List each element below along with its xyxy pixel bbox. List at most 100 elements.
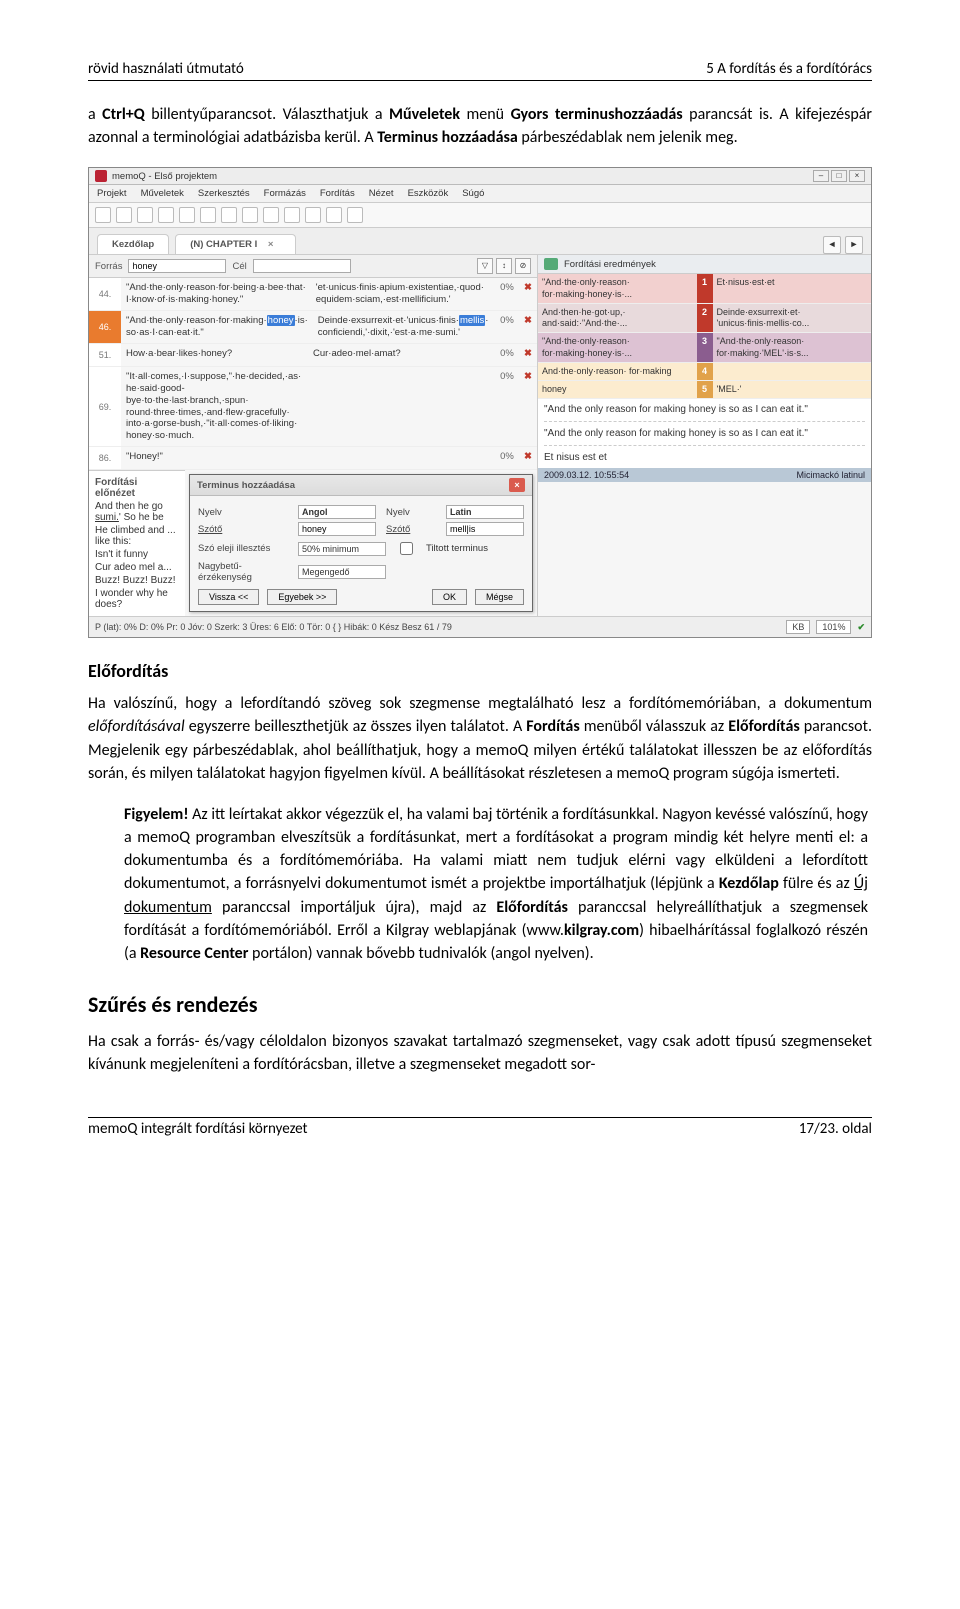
tm-meta-row: 2009.03.12. 10:55:54 Micimackó latinul bbox=[538, 468, 871, 482]
p1-cmd: Gyors terminushozzáadás bbox=[511, 105, 683, 124]
tm-src: And·then·he·got·up,· and·said:·"And·the·… bbox=[538, 304, 697, 333]
p3-s1: www. bbox=[527, 921, 564, 940]
book-icon bbox=[544, 258, 558, 270]
close-button[interactable]: × bbox=[849, 170, 865, 182]
ok-button[interactable]: OK bbox=[432, 589, 467, 605]
toolbar-icon[interactable] bbox=[284, 207, 300, 223]
menu-nezet[interactable]: Nézet bbox=[369, 188, 394, 199]
filter-icon[interactable]: ▽ bbox=[477, 258, 493, 274]
tm-hit[interactable]: And·then·he·got·up,· and·said:·"And·the·… bbox=[538, 304, 871, 334]
target-cell[interactable]: Deinde·exsurrexit·et·'unicus·finis·melli… bbox=[313, 311, 495, 343]
toolbar-icon[interactable] bbox=[200, 207, 216, 223]
window-title: memoQ - Első projektem bbox=[112, 171, 217, 182]
tm-hit[interactable]: And·the·only·reason· for·making 4 bbox=[538, 363, 871, 381]
menu-sugo[interactable]: Súgó bbox=[462, 188, 484, 199]
tm-tgt: "And·the·only·reason· for·making·'MEL'·i… bbox=[713, 333, 872, 362]
p3-bs: kilgray.com bbox=[564, 921, 639, 940]
target-cell[interactable] bbox=[308, 367, 495, 446]
megse-button[interactable]: Mégse bbox=[475, 589, 524, 605]
toolbar-icon[interactable] bbox=[137, 207, 153, 223]
menu-forditas[interactable]: Fordítás bbox=[320, 188, 355, 199]
forras-input[interactable] bbox=[128, 259, 226, 273]
toolbar-icon[interactable] bbox=[326, 207, 342, 223]
tm-hit[interactable]: "And·the·only·reason· for·making·honey·i… bbox=[538, 274, 871, 304]
row-number: 46. bbox=[89, 311, 121, 343]
toolbar-icon[interactable] bbox=[263, 207, 279, 223]
toolbar-icon[interactable] bbox=[158, 207, 174, 223]
p3-b3: Resource Center bbox=[140, 944, 248, 963]
tab-document[interactable]: (N) CHAPTER I × bbox=[175, 234, 296, 254]
menu-projekt[interactable]: Projekt bbox=[97, 188, 127, 199]
tm-hit[interactable]: "And·the·only·reason· for·making·honey·i… bbox=[538, 333, 871, 363]
preview-line: Cur adeo mel a... bbox=[95, 562, 179, 573]
p4-text: Ha csak a forrás- és/vagy céloldalon biz… bbox=[88, 1030, 872, 1076]
grid-row-active[interactable]: 46. "And·the·only·reason·for·making·hone… bbox=[89, 311, 537, 344]
p1-menu: Műveletek bbox=[389, 105, 460, 124]
tm-num: 5 bbox=[697, 381, 713, 398]
p2-t2: egyszerre beilleszthetjük az összes ilye… bbox=[185, 717, 527, 736]
toolbar-icon[interactable] bbox=[95, 207, 111, 223]
source-cell[interactable]: "And·the·only·reason·for·making·honey·is… bbox=[121, 311, 313, 343]
target-cell[interactable]: 'et·unicus·finis·apium·existentiae,·quod… bbox=[311, 278, 495, 310]
maximize-button[interactable]: □ bbox=[831, 170, 847, 182]
preview-pane: Fordítási előnézet And then he gosumi.' … bbox=[89, 470, 185, 616]
tm-num: 1 bbox=[697, 274, 713, 303]
grid-row[interactable]: 44. "And·the·only·reason·for·being·a·bee… bbox=[89, 278, 537, 311]
preview-line: And then he gosumi.' So he be bbox=[95, 501, 179, 523]
szoto2-input[interactable] bbox=[446, 522, 524, 536]
clear-filter-icon[interactable]: ⊘ bbox=[515, 258, 531, 274]
status-text: P (lat): 0% D: 0% Pr: 0 Jóv: 0 Szerk: 3 … bbox=[95, 622, 452, 632]
window-buttons: – □ × bbox=[813, 170, 865, 182]
toolbar-icon[interactable] bbox=[242, 207, 258, 223]
toolbar-icon[interactable] bbox=[179, 207, 195, 223]
egyebek-button[interactable]: Egyebek >> bbox=[267, 589, 337, 605]
paragraph-3-note: Figyelem! Az itt leírtakat akkor végezzü… bbox=[124, 803, 868, 965]
preview-line: Isn't it funny bbox=[95, 549, 179, 560]
tm-detail-line: "And the only reason for making honey is… bbox=[544, 428, 865, 439]
tm-src: "And·the·only·reason· for·making·honey·i… bbox=[538, 333, 697, 362]
menu-muveletek[interactable]: Műveletek bbox=[141, 188, 184, 199]
grid-row[interactable]: 51. How·a·bear·likes·honey? Cur·adeo·mel… bbox=[89, 344, 537, 367]
szoto2-label: Szótő bbox=[386, 524, 436, 535]
menu-eszkozok[interactable]: Eszközök bbox=[408, 188, 449, 199]
menu-formazas[interactable]: Formázás bbox=[264, 188, 306, 199]
nav-fwd-icon[interactable]: ► bbox=[845, 236, 863, 254]
szoto1-input[interactable] bbox=[298, 522, 376, 536]
tm-src: honey bbox=[538, 381, 697, 398]
tab-close-icon[interactable]: × bbox=[260, 235, 282, 254]
source-cell[interactable]: How·a·bear·likes·honey? bbox=[121, 344, 308, 366]
dialog-close-icon[interactable]: × bbox=[509, 478, 525, 492]
grid-row[interactable]: 86. "Honey!" 0% ✖ bbox=[89, 447, 537, 470]
target-cell[interactable] bbox=[308, 447, 495, 469]
case-select[interactable]: Megengedő bbox=[298, 565, 386, 579]
source-cell[interactable]: "Honey!" bbox=[121, 447, 308, 469]
p3-b2: Előfordítás bbox=[496, 898, 567, 917]
grid-row[interactable]: 69. "It·all·comes,·I·suppose,"·he·decide… bbox=[89, 367, 537, 447]
tab-kezdolap[interactable]: Kezdőlap bbox=[97, 234, 169, 254]
tm-hit[interactable]: honey 5 'MEL·' bbox=[538, 381, 871, 399]
menu-szerkesztes[interactable]: Szerkesztés bbox=[198, 188, 250, 199]
nyelv2-label: Nyelv bbox=[386, 507, 436, 518]
p2-b1: Fordítás bbox=[526, 717, 579, 736]
toolbar-icon[interactable] bbox=[116, 207, 132, 223]
minimize-button[interactable]: – bbox=[813, 170, 829, 182]
adj-select[interactable]: 50% minimum bbox=[298, 542, 386, 556]
forbid-checkbox[interactable] bbox=[400, 542, 413, 555]
p2-t1: Ha valószínű, hogy a lefordítandó szöveg… bbox=[88, 694, 872, 713]
forras-label: Forrás bbox=[95, 261, 122, 272]
toolbar-icon[interactable] bbox=[347, 207, 363, 223]
nav-back-icon[interactable]: ◄ bbox=[823, 236, 841, 254]
source-cell[interactable]: "And·the·only·reason·for·being·a·bee·tha… bbox=[121, 278, 311, 310]
sort-icon[interactable]: ↕ bbox=[496, 258, 512, 274]
toolbar-icon[interactable] bbox=[305, 207, 321, 223]
match-percent: 0% bbox=[495, 311, 519, 343]
toolbar-icon[interactable] bbox=[221, 207, 237, 223]
cel-input[interactable] bbox=[253, 259, 351, 273]
nyelv1-value: Angol bbox=[298, 505, 376, 519]
paragraph-4: Ha csak a forrás- és/vagy céloldalon biz… bbox=[88, 1030, 872, 1076]
status-zoom[interactable]: 101% bbox=[816, 620, 851, 634]
target-cell[interactable]: Cur·adeo·mel·amat? bbox=[308, 344, 495, 366]
vissza-button[interactable]: Vissza << bbox=[198, 589, 259, 605]
p1-dlg: Terminus hozzáadása bbox=[377, 128, 518, 147]
source-cell[interactable]: "It·all·comes,·I·suppose,"·he·decided,·a… bbox=[121, 367, 308, 446]
